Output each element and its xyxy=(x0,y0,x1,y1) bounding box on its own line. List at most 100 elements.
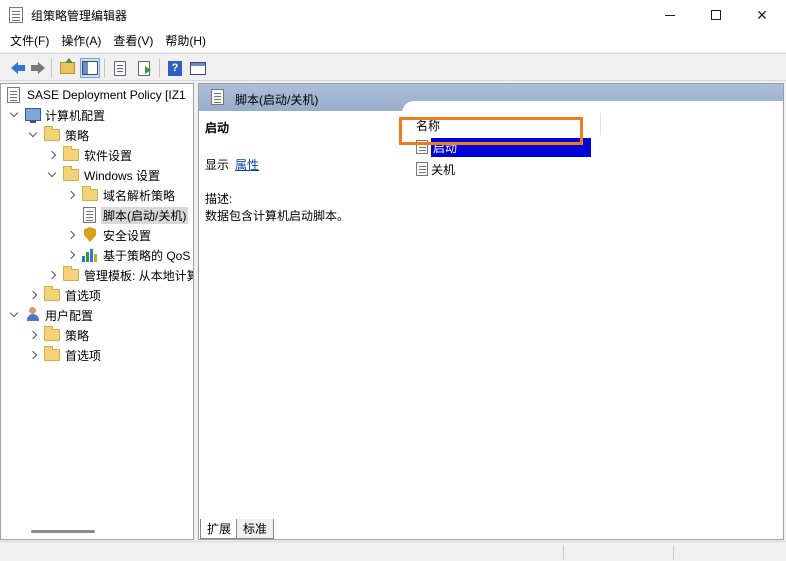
script-icon xyxy=(416,162,428,176)
chevron-down-icon[interactable] xyxy=(9,310,19,320)
tree-item-admin-templates[interactable]: 管理模板: 从本地计算 xyxy=(1,265,193,285)
app-policy-icon xyxy=(9,7,23,23)
tree-item-label: Windows 设置 xyxy=(84,168,161,183)
export-list-icon xyxy=(138,60,151,76)
toolbar-separator xyxy=(51,59,52,77)
tree-item-label: 域名解析策略 xyxy=(103,188,176,203)
properties-icon xyxy=(114,60,126,76)
back-arrow-icon xyxy=(10,62,25,74)
description-text: 数据包含计算机启动脚本。 xyxy=(205,209,350,223)
tab-extended[interactable]: 扩展 xyxy=(200,519,238,539)
details-pane: 脚本(启动/关机) 启动 显示 属性 描述: 数据包含计算机启动脚本。 名称 启动… xyxy=(198,83,784,540)
tree-item-user-policies[interactable]: 策略 xyxy=(1,325,193,345)
folder-icon xyxy=(63,266,79,281)
chevron-right-icon[interactable] xyxy=(29,330,39,340)
show-label: 显示 xyxy=(205,158,230,172)
minimize-icon xyxy=(665,14,675,16)
maximize-button[interactable] xyxy=(693,0,739,30)
tree-item-label: 软件设置 xyxy=(84,148,133,163)
status-separator xyxy=(563,545,564,560)
folder-icon xyxy=(44,286,60,301)
folder-icon xyxy=(44,326,60,341)
tree-item-label: 用户配置 xyxy=(45,308,94,323)
tree-item-qos[interactable]: 基于策略的 QoS xyxy=(1,245,193,265)
tree-item-preferences[interactable]: 首选项 xyxy=(1,285,193,305)
chevron-right-icon[interactable] xyxy=(48,150,58,160)
extended-panel: 启动 显示 属性 描述: 数据包含计算机启动脚本。 xyxy=(199,111,409,511)
show-properties-line: 显示 属性 xyxy=(205,156,259,173)
title-bar: 组策略管理编辑器 ✕ xyxy=(0,0,786,30)
tab-standard[interactable]: 标准 xyxy=(236,519,274,539)
script-list[interactable]: 名称 启动 关机 xyxy=(402,101,783,511)
chevron-right-icon[interactable] xyxy=(48,270,58,280)
tree-root-label: SASE Deployment Policy [IZ1 xyxy=(27,88,186,102)
tree-item-name-resolution[interactable]: 域名解析策略 xyxy=(1,185,193,205)
help-button[interactable]: ? xyxy=(165,58,185,78)
export-list-button[interactable] xyxy=(134,58,154,78)
menu-view[interactable]: 查看(V) xyxy=(107,30,159,52)
tree-item-scripts[interactable]: 脚本(启动/关机) xyxy=(1,205,193,225)
toolbar-separator xyxy=(159,59,160,77)
tree-item-security-settings[interactable]: 安全设置 xyxy=(1,225,193,245)
tree-item-label: 策略 xyxy=(65,128,90,143)
tree-item-label: 安全设置 xyxy=(103,228,152,243)
back-button[interactable] xyxy=(4,58,25,78)
chevron-right-icon[interactable] xyxy=(29,290,39,300)
chevron-down-icon[interactable] xyxy=(9,110,19,120)
menu-bar: 文件(F) 操作(A) 查看(V) 帮助(H) xyxy=(0,30,786,52)
view-button[interactable] xyxy=(188,58,208,78)
folder-icon xyxy=(63,146,79,161)
tree-item-label: 脚本(启动/关机) xyxy=(101,206,189,224)
tree-item-software-settings[interactable]: 软件设置 xyxy=(1,145,193,165)
properties-link[interactable]: 属性 xyxy=(235,158,259,172)
description-label: 描述: xyxy=(205,192,233,206)
bar-chart-icon xyxy=(82,248,98,262)
tree-item-label: 首选项 xyxy=(65,288,102,303)
tree-item-policies[interactable]: 策略 xyxy=(1,125,193,145)
toolbar-separator xyxy=(104,59,105,77)
close-button[interactable]: ✕ xyxy=(739,0,785,30)
tree-pane[interactable]: SASE Deployment Policy [IZ1 计算机配置 策略 软件设… xyxy=(0,83,194,540)
close-icon: ✕ xyxy=(756,6,768,23)
up-level-button[interactable] xyxy=(57,58,77,78)
shield-icon xyxy=(84,227,96,242)
chevron-right-icon[interactable] xyxy=(29,350,39,360)
menu-help[interactable]: 帮助(H) xyxy=(159,30,212,52)
tree-item-computer-config[interactable]: 计算机配置 xyxy=(1,105,193,125)
details-header-title: 脚本(启动/关机) xyxy=(235,93,319,107)
tree-item-user-config[interactable]: 用户配置 xyxy=(1,305,193,325)
folder-icon xyxy=(44,126,60,141)
chevron-right-icon[interactable] xyxy=(67,250,77,260)
folder-icon xyxy=(63,166,79,181)
show-hide-tree-icon xyxy=(82,61,98,75)
tree-item-label: 计算机配置 xyxy=(45,108,106,123)
tree-horizontal-scrollbar[interactable] xyxy=(31,530,95,533)
view-icon xyxy=(190,61,206,75)
properties-button[interactable] xyxy=(110,58,130,78)
status-bar xyxy=(0,541,786,561)
policy-doc-icon xyxy=(7,87,20,103)
chevron-down-icon[interactable] xyxy=(28,130,38,140)
column-separator[interactable] xyxy=(600,113,601,135)
chevron-right-icon[interactable] xyxy=(67,230,77,240)
show-hide-tree-button[interactable] xyxy=(80,58,100,78)
script-icon xyxy=(211,89,224,105)
forward-arrow-icon xyxy=(30,62,45,74)
folder-up-icon xyxy=(59,58,75,74)
chevron-right-icon[interactable] xyxy=(67,190,77,200)
list-item-shutdown[interactable]: 关机 xyxy=(416,160,455,178)
menu-file[interactable]: 文件(F) xyxy=(4,30,55,52)
tree-root[interactable]: SASE Deployment Policy [IZ1 xyxy=(1,85,193,105)
tree-item-user-preferences[interactable]: 首选项 xyxy=(1,345,193,365)
toolbar: ? xyxy=(0,53,786,81)
script-icon xyxy=(83,207,96,223)
help-icon: ? xyxy=(168,60,182,76)
minimize-button[interactable] xyxy=(647,0,693,30)
chevron-down-icon[interactable] xyxy=(47,170,57,180)
forward-button[interactable] xyxy=(26,58,46,78)
tree-item-windows-settings[interactable]: Windows 设置 xyxy=(1,165,193,185)
menu-action[interactable]: 操作(A) xyxy=(55,30,107,52)
status-separator xyxy=(673,545,674,560)
folder-icon xyxy=(82,186,98,201)
list-item-label: 关机 xyxy=(431,162,456,177)
